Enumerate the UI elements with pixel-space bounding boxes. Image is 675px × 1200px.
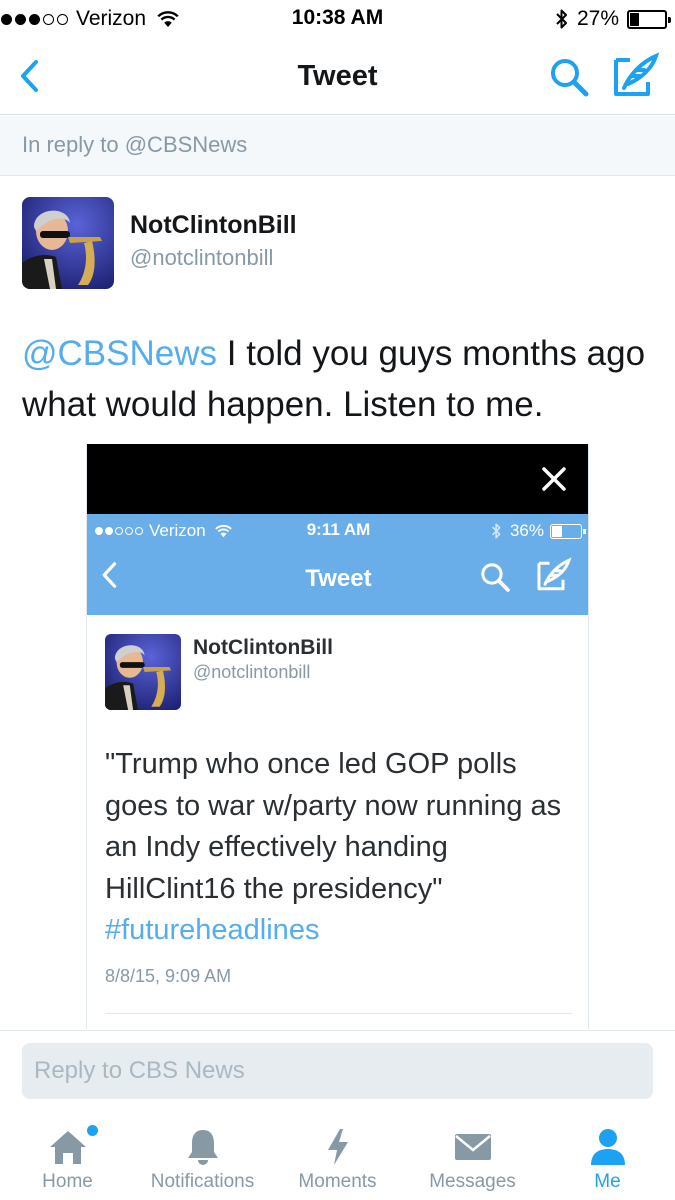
compose-icon bbox=[614, 52, 660, 96]
search-button[interactable] bbox=[548, 56, 590, 98]
tab-label: Notifications bbox=[150, 1171, 255, 1192]
inner-search-icon bbox=[481, 563, 510, 592]
compose-button[interactable] bbox=[612, 52, 660, 98]
bluetooth-icon bbox=[556, 9, 567, 29]
tab-notifications[interactable]: Notifications bbox=[135, 1115, 270, 1200]
tab-moments[interactable]: Moments bbox=[270, 1115, 405, 1200]
avatar-image bbox=[22, 197, 114, 289]
inner-author-name: NotClintonBill bbox=[193, 636, 333, 659]
tab-label: Moments bbox=[298, 1171, 377, 1192]
home-icon bbox=[49, 1131, 86, 1164]
person-icon bbox=[590, 1129, 625, 1165]
lightning-icon bbox=[327, 1129, 348, 1165]
inner-battery-percent: 36% bbox=[509, 521, 544, 540]
inner-header: Verizon 9:11 AM 36% Tweet bbox=[87, 514, 588, 615]
tab-label: Me bbox=[594, 1171, 621, 1192]
status-bar-right: 27% bbox=[555, 6, 671, 32]
tab-label: Messages bbox=[429, 1171, 516, 1192]
tab-label: Home bbox=[42, 1171, 93, 1192]
inner-avatar-image bbox=[105, 634, 181, 710]
battery-fill bbox=[630, 12, 640, 26]
tab-home[interactable]: Home bbox=[0, 1115, 135, 1200]
inner-battery-fill bbox=[552, 525, 563, 537]
tab-messages[interactable]: Messages bbox=[405, 1115, 540, 1200]
home-badge bbox=[87, 1125, 98, 1136]
bell-icon bbox=[187, 1130, 218, 1165]
inner-avatar bbox=[105, 634, 181, 710]
author-name[interactable]: NotClintonBill bbox=[130, 211, 297, 240]
battery-icon bbox=[627, 9, 671, 29]
search-icon bbox=[551, 59, 589, 97]
close-icon[interactable] bbox=[536, 461, 572, 497]
in-reply-to-text: In reply to @CBSNews bbox=[22, 132, 248, 157]
nav-bar: Tweet bbox=[0, 38, 675, 115]
tweet-media-image[interactable]: Verizon 9:11 AM 36% Tweet NotClintonBill… bbox=[86, 444, 589, 1029]
inner-tweet-text: "Trump who once led GOP polls goes to wa… bbox=[105, 744, 575, 952]
inner-hashtag: #futureheadlines bbox=[105, 914, 320, 946]
inner-battery-icon bbox=[550, 523, 586, 539]
reply-input[interactable] bbox=[22, 1043, 653, 1099]
inner-status-right: 36% bbox=[491, 520, 586, 542]
inner-tweet-body: "Trump who once led GOP polls goes to wa… bbox=[105, 748, 562, 905]
avatar[interactable] bbox=[22, 197, 114, 289]
inner-compose-icon bbox=[537, 557, 572, 591]
in-reply-to-banner[interactable]: In reply to @CBSNews bbox=[0, 116, 675, 176]
tweet-text: @CBSNews I told you guys months ago what… bbox=[22, 328, 662, 430]
media-top-bar bbox=[87, 444, 588, 514]
envelope-icon bbox=[454, 1134, 491, 1160]
mention-link[interactable]: @CBSNews bbox=[22, 334, 217, 373]
author-handle[interactable]: @notclintonbill bbox=[130, 245, 273, 271]
battery-percent: 27% bbox=[576, 7, 619, 30]
status-bar: Verizon 10:38 AM 27% bbox=[0, 0, 675, 38]
inner-divider bbox=[105, 1013, 572, 1014]
composer-divider bbox=[0, 1030, 675, 1031]
tab-bar: Home Notifications Moments Messages Me bbox=[0, 1115, 675, 1200]
inner-author-handle: @notclintonbill bbox=[193, 662, 311, 682]
inner-bluetooth-icon bbox=[491, 523, 501, 539]
tab-me[interactable]: Me bbox=[540, 1115, 675, 1200]
inner-page-title: Tweet bbox=[305, 565, 372, 592]
inner-timestamp: 8/8/15, 9:09 AM bbox=[105, 966, 232, 986]
